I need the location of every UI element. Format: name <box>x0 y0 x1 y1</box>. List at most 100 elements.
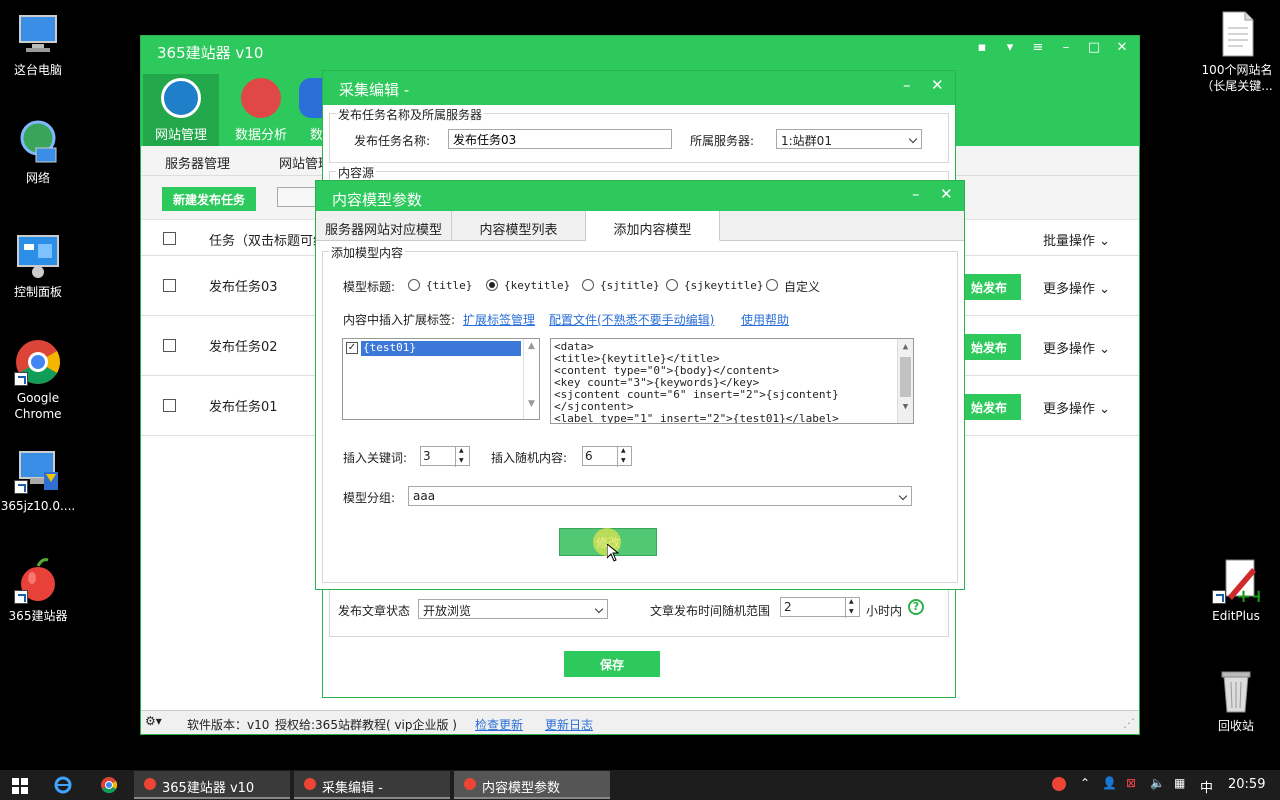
more-operations-dropdown[interactable]: 更多操作 ⌄ <box>1043 398 1110 417</box>
minimize-icon[interactable]: – <box>1059 40 1073 55</box>
skin-shirt-icon[interactable]: ▾ <box>1003 40 1017 55</box>
desktop-icon-installer[interactable]: 365jz10.0.... <box>0 446 76 514</box>
scrollbar-thumb[interactable] <box>900 357 911 397</box>
time-range-label: 文章发布时间随机范围 <box>650 604 771 618</box>
add-model-fieldset: 添加模型内容 模型标题: {title} {keytitle} {sjtitle… <box>322 244 958 583</box>
time-range-spinner[interactable]: 2 <box>780 597 860 618</box>
tab-add-model[interactable]: 添加内容模型 <box>586 211 720 241</box>
spinner-arrows[interactable] <box>455 447 469 467</box>
model-group-select[interactable]: aaa <box>408 486 912 506</box>
scrollbar[interactable]: ▲ ▼ <box>897 339 913 423</box>
maximize-icon[interactable]: □ <box>1087 40 1101 55</box>
desktop-icon-this-pc[interactable]: 这台电脑 <box>0 10 76 78</box>
server-label: 所属服务器: <box>690 134 755 148</box>
checkbox-checked-icon[interactable]: ✓ <box>346 342 358 354</box>
start-publish-button[interactable]: 始发布 <box>957 394 1021 420</box>
nav-data-analysis[interactable]: 数据分析 <box>223 74 299 146</box>
shortcut-arrow-icon <box>1212 590 1226 604</box>
more-operations-dropdown[interactable]: 更多操作 ⌄ <box>1043 278 1110 297</box>
chevron-down-icon: ⌄ <box>1099 234 1111 249</box>
menu-icon[interactable]: ≡ <box>1031 40 1045 55</box>
network-globe-icon <box>14 118 62 166</box>
row-checkbox[interactable] <box>163 339 176 352</box>
article-status-select[interactable]: 开放浏览 <box>418 599 608 619</box>
desktop-icon-control-panel[interactable]: 控制面板 <box>0 232 76 300</box>
windows-start-icon[interactable] <box>12 778 28 794</box>
new-task-button[interactable]: 新建发布任务 <box>162 187 256 211</box>
random-content-spinner[interactable]: 6 <box>582 446 632 467</box>
tag-listbox[interactable]: ✓ {test01} ▲ ▼ <box>342 338 540 420</box>
task-name-input[interactable] <box>448 129 672 149</box>
radio-keytitle[interactable] <box>486 279 498 291</box>
tray-overflow-icon[interactable]: ⌃ <box>1080 776 1090 790</box>
desktop-icon-recycle-bin[interactable]: 回收站 <box>1198 666 1274 734</box>
resize-grip-icon[interactable]: ⋰ <box>1123 716 1135 730</box>
clock[interactable]: 20:59 <box>1228 777 1265 792</box>
subnav-server-management[interactable]: 服务器管理 <box>165 153 230 172</box>
more-operations-dropdown[interactable]: 更多操作 ⌄ <box>1043 338 1110 357</box>
tray-network-error-icon[interactable]: ⊠ <box>1126 776 1136 790</box>
ie-icon[interactable] <box>54 776 72 794</box>
help-link[interactable]: 使用帮助 <box>741 311 789 328</box>
task-column-header: 任务（双击标题可编 <box>209 234 327 249</box>
check-update-link[interactable]: 检查更新 <box>475 716 523 733</box>
radio-sjkeytitle[interactable] <box>666 279 678 291</box>
select-all-checkbox[interactable] <box>163 232 176 245</box>
computer-icon <box>14 10 62 58</box>
start-publish-button[interactable]: 始发布 <box>957 274 1021 300</box>
start-publish-button[interactable]: 始发布 <box>957 334 1021 360</box>
nav-third-icon <box>299 78 323 118</box>
batch-label: 批量操作 <box>1043 234 1096 249</box>
nav-site-management[interactable]: 网站管理 <box>143 74 219 146</box>
spinner-arrows[interactable] <box>845 598 859 618</box>
nav-label: 网站管理 <box>154 128 207 143</box>
minimize-icon[interactable]: – <box>912 185 920 203</box>
nav-item-3[interactable]: 数 <box>299 74 323 146</box>
radio-custom[interactable] <box>766 279 778 291</box>
taskbar-item-main[interactable]: 365建站器 v10 <box>134 771 290 799</box>
minimize-icon[interactable]: – <box>903 76 911 94</box>
keywords-count-spinner[interactable]: 3 <box>420 446 470 467</box>
close-icon[interactable]: ✕ <box>940 185 953 203</box>
row-checkbox[interactable] <box>163 399 176 412</box>
spinner-arrows[interactable] <box>617 447 631 467</box>
desktop-icon-network[interactable]: 网络 <box>0 118 76 186</box>
apple-app-icon <box>14 556 62 604</box>
config-file-link[interactable]: 配置文件(不熟悉不要手动编辑) <box>549 311 714 328</box>
ext-tag-management-link[interactable]: 扩展标签管理 <box>463 311 535 328</box>
tray-user-icon[interactable]: 👤 <box>1102 776 1117 790</box>
scrollbar[interactable]: ▲ ▼ <box>523 339 539 419</box>
close-icon[interactable]: ✕ <box>931 76 944 94</box>
server-select[interactable]: 1:站群01 <box>776 129 922 149</box>
tray-volume-icon[interactable]: 🔈 <box>1150 776 1165 790</box>
chrome-taskbar-icon[interactable] <box>100 776 118 794</box>
license-info: 授权给:365站群教程( vip企业版 ) <box>275 718 457 732</box>
close-icon[interactable]: ✕ <box>1115 40 1129 55</box>
tray-apple-icon[interactable] <box>1052 777 1066 791</box>
desktop-icon-text-file[interactable]: 100个网站名（长尾关键... <box>1196 10 1278 94</box>
chat-icon[interactable]: ▪ <box>975 40 989 55</box>
publish-task-fieldset: 发布任务名称及所属服务器 发布任务名称: 所属服务器: 1:站群01 <box>329 106 949 163</box>
batch-operation-dropdown[interactable]: 批量操作 ⌄ <box>1043 230 1110 249</box>
desktop-icon-editplus[interactable]: ++ EditPlus <box>1198 556 1274 624</box>
chevron-down-icon: ⌄ <box>1099 402 1111 417</box>
radio-sjtitle[interactable] <box>582 279 594 291</box>
monitor-icon <box>161 78 201 118</box>
desktop-icon-365[interactable]: 365建站器 <box>0 556 76 624</box>
tab-model-list[interactable]: 内容模型列表 <box>452 211 586 241</box>
template-editor[interactable]: <data> <title>{keytitle}</title> <conten… <box>550 338 914 424</box>
row-checkbox[interactable] <box>163 279 176 292</box>
taskbar-item-model[interactable]: 内容模型参数 <box>454 771 610 799</box>
desktop-icon-label: 这台电脑 <box>13 63 62 77</box>
changelog-link[interactable]: 更新日志 <box>545 716 593 733</box>
settings-gear-icon[interactable]: ⚙▾ <box>145 714 162 728</box>
desktop-icon-chrome[interactable]: Google Chrome <box>0 338 76 422</box>
list-item[interactable]: ✓ {test01} <box>345 341 521 357</box>
tab-server-site-model[interactable]: 服务器网站对应模型 <box>316 211 452 241</box>
help-question-icon[interactable]: ? <box>908 599 924 615</box>
tray-network-icon[interactable]: ▦ <box>1174 776 1185 790</box>
save-button[interactable]: 保存 <box>564 651 660 677</box>
taskbar-item-collect[interactable]: 采集编辑 - <box>294 771 450 799</box>
radio-title[interactable] <box>408 279 420 291</box>
ime-indicator[interactable]: 中 <box>1200 777 1213 796</box>
